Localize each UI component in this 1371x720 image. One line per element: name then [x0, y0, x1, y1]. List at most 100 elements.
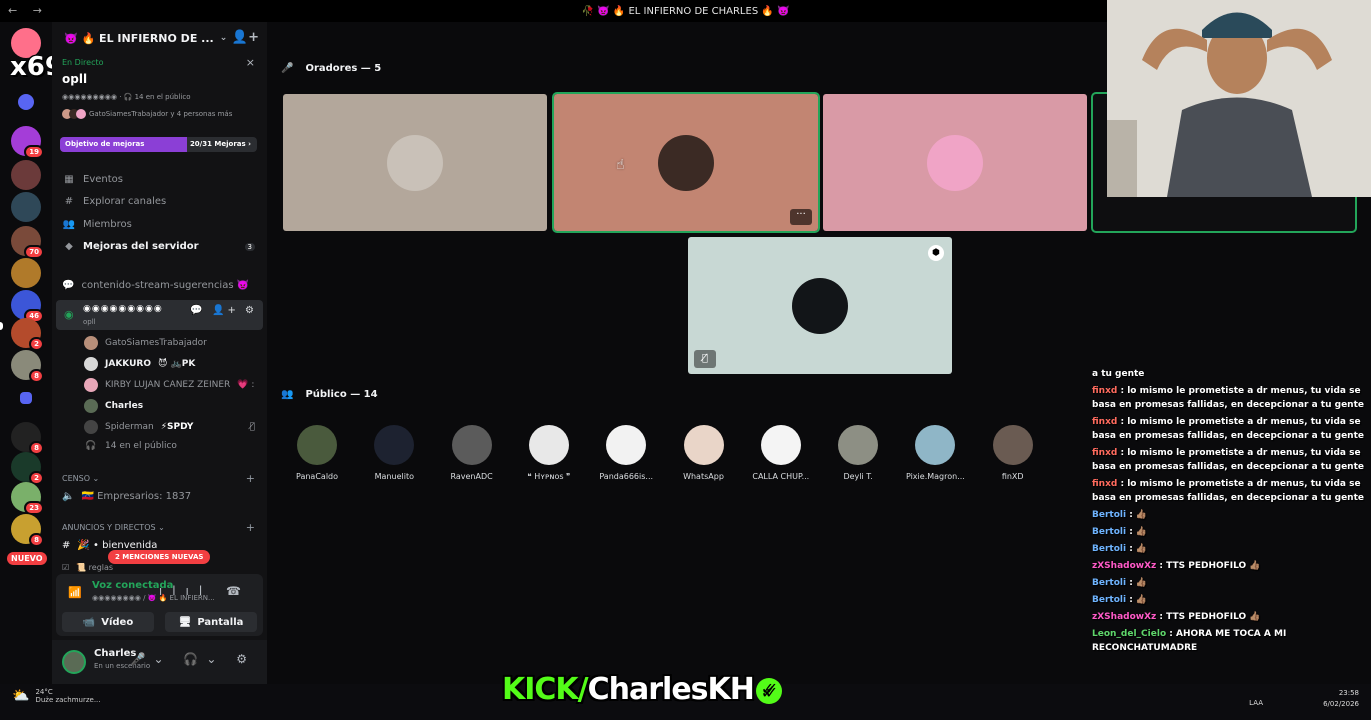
server-icon[interactable]: 8 — [11, 350, 44, 383]
active-stage-channel[interactable]: ◉ ◉◉◉◉◉◉◉◉◉ opll 💬 👤+ ⚙ — [56, 300, 263, 330]
server-badge: 19 — [24, 145, 44, 159]
menu-label: Miembros — [83, 219, 132, 230]
server-icon[interactable]: 46 — [11, 290, 44, 323]
category-censo[interactable]: CENSO ⌄ — [62, 474, 99, 483]
chevron-down-icon: ⌄ — [219, 33, 228, 43]
folder-icon[interactable] — [20, 392, 32, 404]
menu-events[interactable]: ▦ Eventos — [62, 174, 123, 185]
server-icon[interactable] — [11, 160, 41, 190]
live-stage-title[interactable]: opll — [62, 72, 87, 86]
mouse-cursor-icon: ☝ — [616, 157, 625, 173]
invite-icon[interactable]: 👤+ — [232, 30, 259, 45]
hash-icon: # — [62, 540, 71, 551]
audience-member[interactable]: RavenADC — [436, 425, 508, 481]
weather-widget[interactable]: ⛅ 24°C Duże zachmurze... — [12, 688, 101, 704]
speaker-tile[interactable]: ⬢ 🎙̸ — [688, 237, 952, 374]
clock[interactable]: 23:58 6/02/2026 — [1323, 688, 1359, 710]
close-icon[interactable]: × — [246, 56, 255, 69]
screen-share-button[interactable]: 🖥 Pantalla — [165, 612, 257, 632]
channel-reglas[interactable]: ☑ 📜 reglas — [62, 563, 113, 572]
folder-icon[interactable] — [18, 94, 34, 110]
audience-member[interactable]: PanaCaldo — [281, 425, 353, 481]
server-badge: 23 — [24, 501, 44, 515]
server-icon[interactable]: 23 — [11, 482, 44, 515]
avatar — [84, 378, 98, 392]
screen-icon: 🖥 — [178, 616, 192, 628]
muted-mic-icon: 🎙̸ — [249, 422, 255, 432]
verified-check-icon: ✓ — [755, 678, 782, 704]
chat-overlay: a tu gente finxd : lo mismo le prometiste… — [1092, 367, 1370, 717]
calendar-icon: ▦ — [64, 174, 74, 185]
audience-member[interactable]: finXD — [977, 425, 1049, 481]
server-icon[interactable]: 8 — [11, 422, 44, 455]
disconnect-icon[interactable]: ılıl ☎ — [159, 584, 251, 598]
chat-message: Bertoli : 👍🏽 — [1092, 576, 1370, 590]
voice-user[interactable]: Charles — [84, 399, 143, 413]
chat-username[interactable]: zXShadowXz — [1092, 561, 1156, 571]
chat-username[interactable]: Bertoli — [1092, 527, 1126, 537]
speaker-tile[interactable] — [823, 94, 1087, 231]
audience-member[interactable]: Deyli T. — [822, 425, 894, 481]
server-icon[interactable] — [11, 192, 41, 222]
back-forward-icon[interactable]: ← → — [8, 4, 48, 17]
audience-member[interactable]: Pixie.Magron... — [899, 425, 971, 481]
server-header[interactable]: 👿 🔥 EL INFIERNO DE ... ⌄ 👤+ — [52, 22, 267, 54]
server-icon[interactable]: 2 — [11, 452, 44, 485]
video-label: Vídeo — [101, 616, 134, 628]
audience-member[interactable]: Panda666is... — [590, 425, 662, 481]
chat-username[interactable]: finxd — [1092, 448, 1117, 458]
channel-suggestions[interactable]: 💬 contenido-stream-sugerencias 👿 — [62, 280, 249, 291]
speaker-tile-speaking[interactable]: ··· — [552, 92, 820, 233]
user-controls-icons[interactable]: 🎤⌄ 🎧⌄ ⚙ — [131, 652, 255, 666]
chat-username[interactable]: zXShadowXz — [1092, 612, 1156, 622]
speaker-tile[interactable] — [283, 94, 547, 231]
video-button[interactable]: 📹 Vídeo — [62, 612, 154, 632]
chat-text: : lo mismo le prometiste a dr menus, tu … — [1092, 417, 1364, 441]
chat-username[interactable]: Bertoli — [1092, 510, 1126, 520]
audience-member[interactable]: ❝ Hʏᴘɴᴏs ❞ — [513, 425, 585, 481]
voice-user[interactable]: KIRBY LUJAN CANEZ ZEINER 💗 : — [84, 378, 254, 392]
chat-username[interactable]: Leon_del_Cielo — [1092, 629, 1166, 639]
voice-user[interactable]: JAKKURO 😈 🚲PK — [84, 357, 195, 371]
chat-username[interactable]: finxd — [1092, 386, 1117, 396]
chat-text: : lo mismo le prometiste a dr menus, tu … — [1092, 386, 1364, 410]
chat-text: : lo mismo le prometiste a dr menus, tu … — [1092, 448, 1364, 472]
more-options-icon[interactable]: ··· — [790, 209, 812, 225]
audience-member-name: Deyli T. — [843, 472, 873, 481]
avatar[interactable] — [62, 650, 86, 674]
chat-username[interactable]: Bertoli — [1092, 578, 1126, 588]
server-icon[interactable]: 8 — [11, 514, 44, 547]
voice-user[interactable]: Spiderman ⚡SPDY — [84, 420, 193, 434]
audience-member[interactable]: Manuelito — [358, 425, 430, 481]
server-icon[interactable]: 70 — [11, 226, 44, 259]
add-channel-icon[interactable]: + — [246, 472, 255, 485]
stage-channel-name: ◉◉◉◉◉◉◉◉◉ — [83, 304, 163, 314]
channel-tools-icons[interactable]: 💬 👤+ ⚙ — [190, 305, 257, 316]
audience-member[interactable]: CALLA CHUP... — [745, 425, 817, 481]
moderator-shield-icon: ⬢ — [928, 245, 944, 261]
server-icon[interactable]: 19 — [11, 126, 44, 159]
boost-goal-bar[interactable]: Objetivo de mejoras 20/31 Mejoras › — [60, 137, 257, 152]
chat-username[interactable]: Bertoli — [1092, 544, 1126, 554]
add-channel-icon[interactable]: + — [246, 521, 255, 534]
channel-empresarios[interactable]: 🔈 🇻🇪 Empresarios: 1837 — [62, 491, 191, 502]
avatar — [387, 134, 443, 191]
voice-user-tag: 😈 🚲PK — [158, 359, 196, 369]
nuevo-badge[interactable]: NUEVO — [7, 552, 47, 565]
menu-members[interactable]: 👥 Miembros — [62, 219, 132, 230]
server-icon-active[interactable]: 2 — [11, 318, 44, 351]
chat-username[interactable]: Bertoli — [1092, 595, 1126, 605]
category-anuncios[interactable]: ANUNCIOS Y DIRECTOS ⌄ — [62, 523, 165, 532]
audience-member[interactable]: WhatsApp — [668, 425, 740, 481]
menu-browse-channels[interactable]: # Explorar canales — [62, 196, 166, 207]
voice-user[interactable]: GatoSiamesTrabajador — [84, 336, 207, 350]
new-mentions-pill[interactable]: 2 MENCIONES NUEVAS — [108, 550, 211, 564]
audience-count[interactable]: 🎧 14 en el público — [84, 441, 177, 451]
language-indicator[interactable]: LAA — [1249, 699, 1263, 707]
chat-username[interactable]: finxd — [1092, 417, 1117, 427]
server-icon[interactable] — [11, 258, 41, 288]
avatar — [838, 425, 879, 465]
chat-username[interactable]: finxd — [1092, 479, 1117, 489]
screen-label: Pantalla — [197, 616, 244, 628]
menu-server-boosts[interactable]: ◆ Mejoras del servidor — [62, 241, 198, 252]
